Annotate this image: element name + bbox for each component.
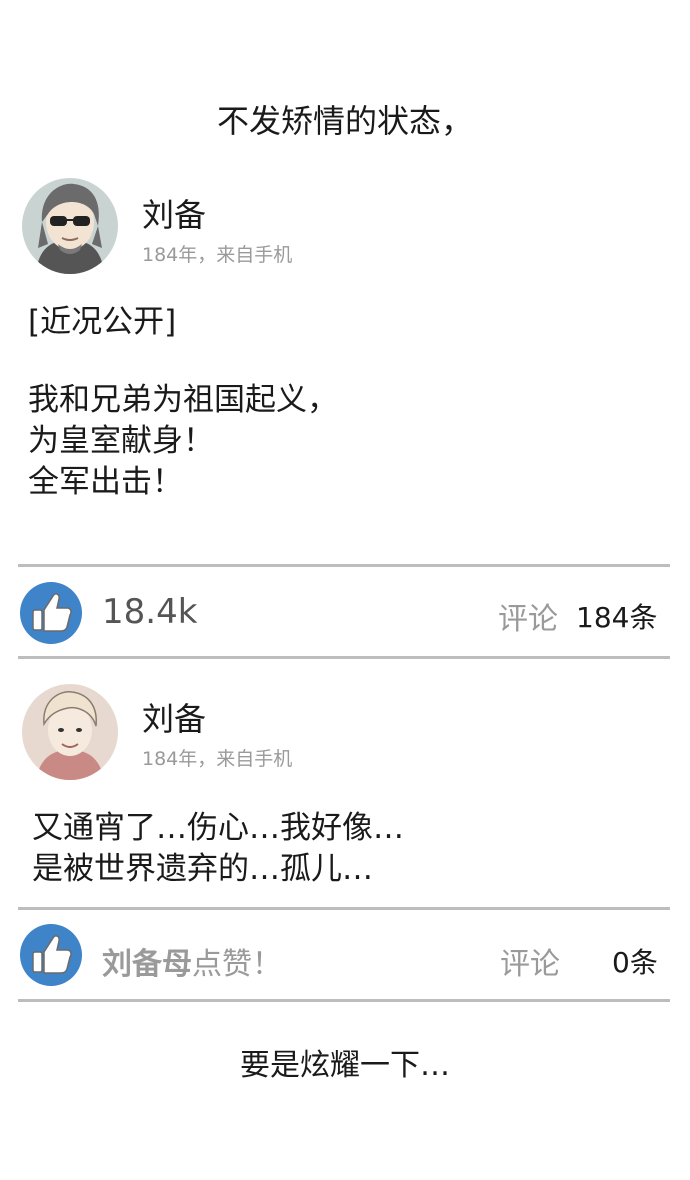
- comment-label[interactable]: 评论: [498, 594, 558, 638]
- divider: [18, 656, 670, 659]
- avatar[interactable]: [22, 684, 118, 780]
- post-tag: [近况公开]: [28, 304, 177, 340]
- post-meta: 184年，来自手机: [142, 244, 293, 266]
- post-body: 我和兄弟为祖国起义， 为皇室献身！ 全军出击！: [28, 382, 338, 500]
- divider: [18, 564, 670, 567]
- author-name[interactable]: 刘备: [142, 190, 206, 236]
- comment-count[interactable]: 184条: [576, 596, 657, 636]
- thumbs-up-icon: [32, 935, 72, 974]
- top-caption: 不发矫情的状态，: [216, 102, 473, 140]
- post-body: 又通宵了…伤心…我好像… 是被世界遗弃的…孤儿…: [32, 810, 404, 887]
- like-button[interactable]: [20, 582, 82, 644]
- divider: [18, 907, 670, 910]
- post-actions-2: 刘备母点赞！ 评论 0条: [0, 913, 690, 999]
- divider: [18, 999, 670, 1002]
- like-count: 18.4k: [102, 592, 198, 632]
- liker-info: 刘备母点赞！: [102, 939, 282, 983]
- author-name[interactable]: 刘备: [142, 694, 206, 740]
- liker-action: 点赞！: [192, 947, 282, 982]
- thumbs-up-icon: [32, 593, 72, 632]
- liker-name[interactable]: 刘备母: [102, 947, 192, 982]
- post-meta: 184年，来自手机: [142, 748, 293, 770]
- like-button[interactable]: [20, 924, 82, 986]
- comment-label[interactable]: 评论: [500, 939, 560, 983]
- avatar[interactable]: [22, 178, 118, 274]
- bottom-caption: 要是炫耀一下…: [240, 1048, 450, 1083]
- comment-count[interactable]: 0条: [612, 941, 658, 981]
- post-actions-1: 18.4k 评论 184条: [0, 570, 690, 656]
- post-card-2: 刘备 184年，来自手机 又通宵了…伤心…我好像… 是被世界遗弃的…孤儿…: [0, 672, 690, 902]
